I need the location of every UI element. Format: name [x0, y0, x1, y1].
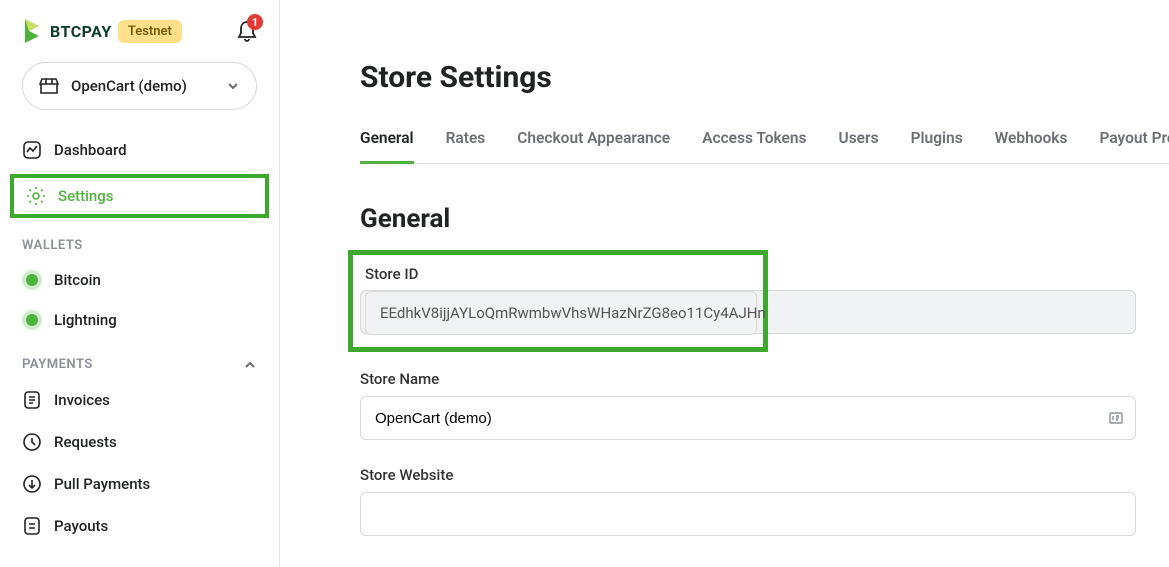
nav-wallet-bitcoin[interactable]: Bitcoin — [10, 263, 269, 297]
brand-logo-icon — [22, 18, 44, 44]
sidebar-nav: Dashboard Settings — [0, 132, 279, 224]
store-icon — [39, 77, 59, 95]
tab-payout-processors[interactable]: Payout Proces — [1099, 129, 1169, 164]
payouts-icon — [22, 516, 42, 536]
nav-requests-label: Requests — [54, 433, 117, 451]
request-icon — [22, 432, 42, 452]
nav-settings[interactable]: Settings — [20, 180, 259, 212]
tab-access-tokens[interactable]: Access Tokens — [702, 129, 806, 164]
payments-nav: Invoices Requests Pull Payments Payouts — [0, 382, 279, 550]
main-content: Store Settings General Rates Checkout Ap… — [280, 0, 1169, 567]
wallets-section-label: WALLETS — [0, 224, 279, 263]
store-name-input[interactable] — [360, 396, 1136, 440]
store-name-label: Store Name — [360, 370, 1169, 388]
tab-rates[interactable]: Rates — [446, 129, 486, 164]
store-website-input[interactable] — [360, 492, 1136, 536]
nav-invoices-label: Invoices — [54, 391, 110, 409]
sidebar-header: BTCPAY Testnet 1 — [0, 18, 279, 62]
store-selector[interactable]: OpenCart (demo) — [22, 62, 257, 110]
store-id-value: EEdhkV8ijjAYLoQmRwmbwVhsWHazNrZG8eo11Cy4… — [365, 291, 757, 335]
nav-pull-payments[interactable]: Pull Payments — [10, 466, 269, 502]
nav-dashboard-label: Dashboard — [54, 141, 127, 159]
dashboard-icon — [22, 140, 42, 160]
tab-webhooks[interactable]: Webhooks — [995, 129, 1068, 164]
tabs: General Rates Checkout Appearance Access… — [360, 129, 1169, 164]
nav-wallet-lightning[interactable]: Lightning — [10, 303, 269, 337]
env-badge: Testnet — [118, 20, 182, 43]
payments-section-header[interactable]: PAYMENTS — [0, 343, 279, 382]
invoice-icon — [22, 390, 42, 410]
brand-name: BTCPAY — [50, 22, 112, 41]
notifications-button[interactable]: 1 — [237, 20, 257, 42]
store-website-label: Store Website — [360, 466, 1169, 484]
store-id-text: EEdhkV8ijjAYLoQmRwmbwVhsWHazNrZG8eo11Cy4… — [380, 304, 766, 322]
nav-invoices[interactable]: Invoices — [10, 382, 269, 418]
nav-settings-label: Settings — [58, 187, 114, 205]
sidebar: BTCPAY Testnet 1 OpenCart (demo) — [0, 0, 280, 567]
contact-card-icon — [1108, 410, 1124, 426]
highlight-settings: Settings — [10, 174, 269, 218]
nav-wallet-lightning-label: Lightning — [54, 311, 117, 329]
nav-pull-payments-label: Pull Payments — [54, 475, 150, 493]
wallets-nav: Bitcoin Lightning — [0, 263, 279, 343]
store-selector-label: OpenCart (demo) — [71, 77, 214, 95]
status-dot-icon — [22, 314, 42, 326]
gear-icon — [26, 186, 46, 206]
brand[interactable]: BTCPAY Testnet — [22, 18, 182, 44]
nav-wallet-bitcoin-label: Bitcoin — [54, 271, 101, 289]
nav-payouts-label: Payouts — [54, 517, 108, 535]
nav-dashboard[interactable]: Dashboard — [10, 132, 269, 168]
store-website-field: Store Website — [360, 466, 1169, 536]
notification-count-badge: 1 — [247, 14, 263, 30]
chevron-up-icon — [243, 358, 257, 372]
general-heading: General — [360, 204, 1169, 234]
payments-section-label: PAYMENTS — [22, 357, 93, 372]
nav-payouts[interactable]: Payouts — [10, 508, 269, 544]
page-title: Store Settings — [360, 60, 1169, 95]
status-dot-icon — [22, 274, 42, 286]
nav-requests[interactable]: Requests — [10, 424, 269, 460]
tab-general[interactable]: General — [360, 129, 414, 164]
store-name-field: Store Name — [360, 370, 1169, 440]
tab-users[interactable]: Users — [839, 129, 879, 164]
chevron-down-icon — [226, 79, 240, 93]
pull-payments-icon — [22, 474, 42, 494]
highlight-store-id: Store ID EEdhkV8ijjAYLoQmRwmbwVhsWHazNrZ… — [348, 250, 768, 352]
tab-plugins[interactable]: Plugins — [911, 129, 963, 164]
tab-checkout-appearance[interactable]: Checkout Appearance — [517, 129, 670, 164]
store-id-label: Store ID — [365, 265, 751, 283]
